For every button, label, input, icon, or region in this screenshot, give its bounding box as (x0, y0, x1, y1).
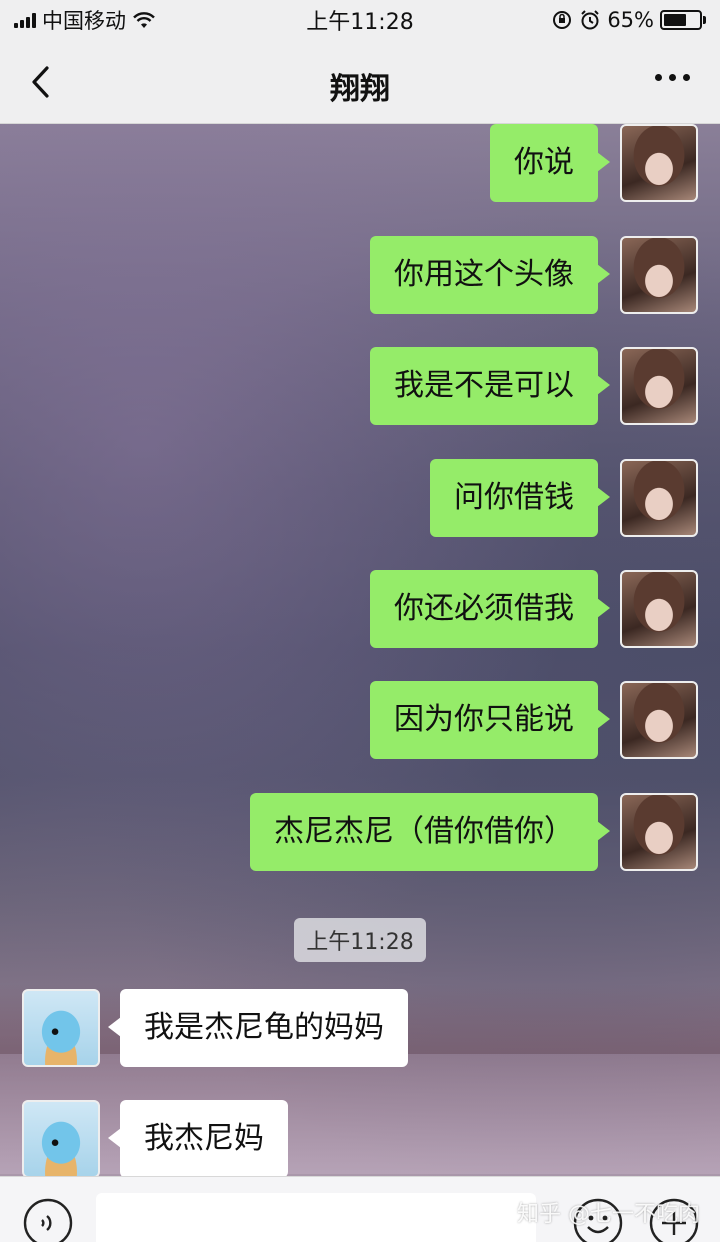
rotation-lock-icon (553, 11, 572, 29)
message-row: 我是杰尼龟的妈妈 (22, 989, 408, 1067)
message-bubble-out[interactable]: 你说 (490, 124, 610, 202)
message-row: 你还必须借我 (370, 570, 698, 648)
message-input[interactable] (96, 1193, 536, 1242)
my-avatar[interactable] (620, 347, 698, 425)
signal-icon (14, 12, 36, 28)
chat-area[interactable]: 你说 你用这个头像 我是不是可以 问你借钱 你还必须借我 因为你只能说 杰尼杰尼… (0, 124, 720, 1176)
message-bubble-out[interactable]: 你还必须借我 (370, 570, 610, 648)
wifi-icon (133, 12, 155, 28)
status-left: 中国移动 (14, 5, 156, 35)
watermark: 知乎 @七一不吃肉 (517, 1202, 700, 1227)
message-row: 问你借钱 (430, 459, 698, 537)
chat-title: 翔翔 (330, 72, 390, 107)
battery-icon (660, 10, 706, 30)
battery-percent: 65% (607, 8, 654, 32)
status-bar: 中国移动 上午11:28 65% (0, 0, 720, 40)
my-avatar[interactable] (620, 459, 698, 537)
message-row: 我是不是可以 (370, 347, 698, 425)
message-row: 你用这个头像 (370, 236, 698, 314)
status-right: 65% (551, 8, 706, 32)
message-bubble-out[interactable]: 你用这个头像 (370, 236, 610, 314)
message-row: 杰尼杰尼（借你借你） (250, 793, 698, 871)
voice-icon[interactable] (22, 1197, 74, 1242)
my-avatar[interactable] (620, 236, 698, 314)
message-bubble-out[interactable]: 我是不是可以 (370, 347, 610, 425)
alarm-icon (581, 10, 600, 30)
timestamp-label: 上午11:28 (294, 918, 426, 962)
message-bubble-in[interactable]: 我是杰尼龟的妈妈 (108, 989, 408, 1067)
contact-avatar[interactable] (22, 989, 100, 1067)
message-bubble-out[interactable]: 因为你只能说 (370, 681, 610, 759)
message-row: 我杰尼妈 (22, 1100, 288, 1176)
my-avatar[interactable] (620, 570, 698, 648)
message-row: 你说 (490, 124, 698, 202)
carrier-name: 中国移动 (42, 9, 126, 33)
message-row: 因为你只能说 (370, 681, 698, 759)
nav-bar: 翔翔 (0, 40, 720, 124)
my-avatar[interactable] (620, 124, 698, 202)
my-avatar[interactable] (620, 681, 698, 759)
message-bubble-out[interactable]: 杰尼杰尼（借你借你） (250, 793, 610, 871)
message-bubble-in[interactable]: 我杰尼妈 (108, 1100, 288, 1176)
message-bubble-out[interactable]: 问你借钱 (430, 459, 610, 537)
more-options-icon[interactable] (655, 74, 690, 81)
contact-avatar[interactable] (22, 1100, 100, 1176)
timestamp-divider: 上午11:28 (0, 918, 720, 962)
my-avatar[interactable] (620, 793, 698, 871)
